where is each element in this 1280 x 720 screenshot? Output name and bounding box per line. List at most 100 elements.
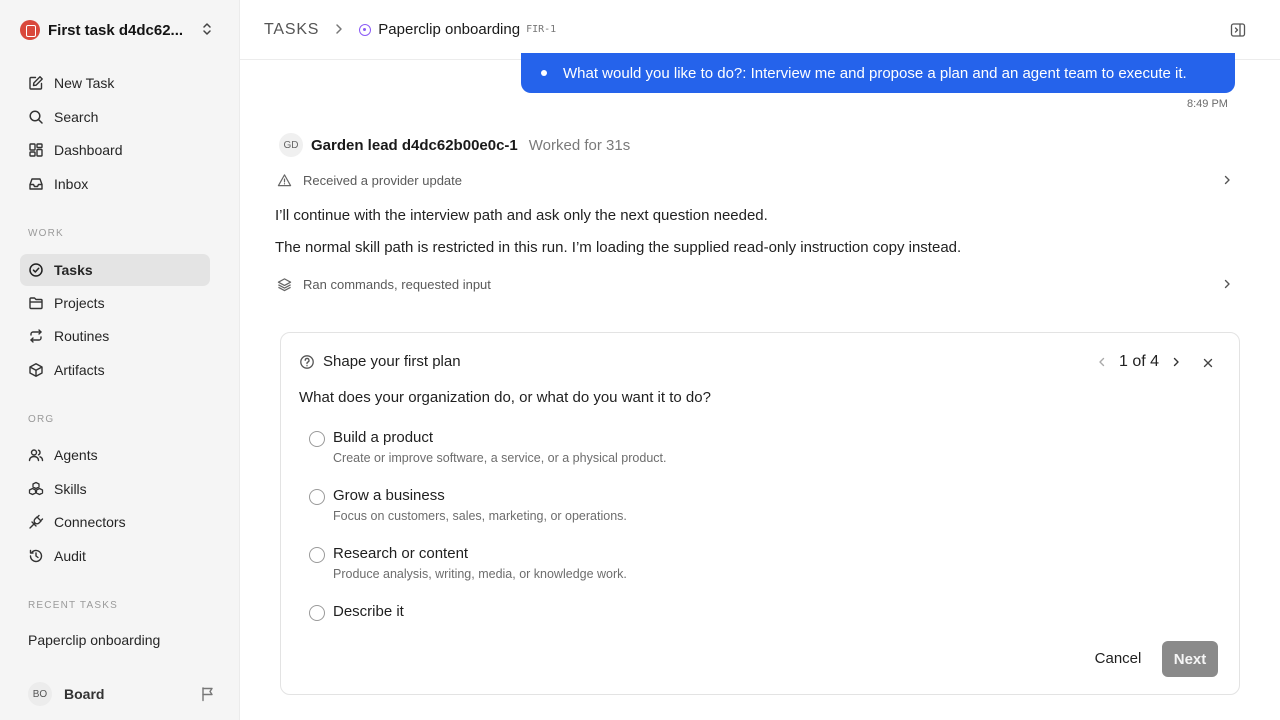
agent-message: The normal skill path is restricted in t… — [275, 239, 962, 256]
user-message-bubble: What would you like to do?: Interview me… — [521, 53, 1235, 93]
chevron-right-icon[interactable] — [1169, 355, 1183, 369]
chevron-right-icon — [1224, 175, 1230, 185]
nav-artifacts[interactable]: Artifacts — [20, 354, 210, 386]
option-description: Produce analysis, writing, media, or kno… — [333, 567, 627, 581]
nav-label: Tasks — [54, 262, 93, 278]
repeat-icon — [30, 329, 42, 343]
history-icon — [29, 549, 43, 563]
nav-label: Projects — [54, 295, 105, 311]
nav-projects[interactable]: Projects — [20, 287, 210, 319]
user-name[interactable]: Board — [64, 686, 104, 702]
section-label-recent: RECENT TASKS — [28, 600, 118, 611]
edit-icon — [29, 76, 43, 90]
option-label: Describe it — [333, 603, 404, 620]
warning-triangle-icon — [277, 173, 292, 186]
nav-label: Dashboard — [54, 142, 123, 158]
nav-agents[interactable]: Agents — [20, 439, 210, 471]
box-icon — [29, 363, 43, 377]
radio-button[interactable] — [309, 489, 325, 505]
provider-update-text: Received a provider update — [303, 172, 462, 188]
chevron-left-icon[interactable] — [1095, 355, 1109, 369]
dashboard-icon — [29, 143, 43, 157]
nav-search[interactable]: Search — [20, 101, 210, 133]
nav-new-task[interactable]: New Task — [20, 67, 210, 99]
nav-routines[interactable]: Routines — [20, 320, 210, 352]
option-research-or-content[interactable]: Research or content Produce analysis, wr… — [309, 545, 627, 581]
search-icon — [29, 110, 43, 124]
chevron-up-down-icon — [202, 22, 212, 39]
top-header: TASKS Paperclip onboarding FIR-1 — [240, 0, 1280, 60]
agent-worked-duration: Worked for 31s — [528, 136, 631, 154]
task-id-badge: FIR-1 — [526, 24, 557, 35]
provider-update-row[interactable]: Received a provider update — [277, 170, 1233, 190]
option-label: Research or content — [333, 545, 469, 562]
workspace-switcher[interactable]: First task d4dc62... — [20, 16, 220, 44]
cancel-button[interactable]: Cancel — [1085, 641, 1151, 675]
commands-summary-row[interactable]: Ran commands, requested input — [277, 274, 1233, 294]
flag-icon[interactable] — [200, 686, 216, 702]
next-button[interactable]: Next — [1162, 641, 1218, 677]
sidebar: First task d4dc62... New Task Search Das… — [0, 0, 240, 720]
question-text: What does your organization do, or what … — [299, 389, 711, 406]
nav-label: Search — [54, 109, 99, 125]
option-describe-it[interactable]: Describe it — [309, 603, 404, 621]
option-label: Grow a business — [333, 487, 445, 504]
nav-label: Agents — [54, 447, 98, 463]
option-build-a-product[interactable]: Build a product Create or improve softwa… — [309, 429, 666, 465]
radio-button[interactable] — [309, 605, 325, 621]
radio-button[interactable] — [309, 547, 325, 563]
option-grow-a-business[interactable]: Grow a business Focus on customers, sale… — [309, 487, 627, 523]
chevron-right-icon — [335, 22, 343, 38]
recent-task-item[interactable]: Paperclip onboarding — [28, 632, 160, 648]
status-icon[interactable] — [359, 23, 372, 36]
card-title: Shape your first plan — [323, 353, 461, 370]
message-timestamp: 8:49 PM — [1187, 98, 1228, 110]
boxes-icon — [28, 481, 44, 496]
nav-label: Skills — [54, 481, 87, 497]
chevron-right-icon — [1224, 279, 1230, 289]
nav-label: Routines — [54, 328, 110, 344]
nav-label: Inbox — [54, 176, 89, 192]
section-label-work: WORK — [28, 228, 64, 239]
folder-icon — [29, 297, 43, 310]
layers-icon — [277, 277, 292, 291]
workspace-logo-icon — [20, 20, 40, 40]
sidebar-footer: BO Board — [28, 682, 216, 706]
question-pager: 1 of 4 — [1095, 353, 1183, 371]
nav-dashboard[interactable]: Dashboard — [20, 134, 210, 166]
breadcrumb-root[interactable]: TASKS — [264, 21, 319, 39]
question-card: Shape your first plan 1 of 4 What does y… — [280, 332, 1240, 695]
nav-connectors[interactable]: Connectors — [20, 506, 210, 538]
help-circle-icon — [300, 354, 314, 369]
plug-icon — [29, 514, 44, 529]
card-header: Shape your first plan — [299, 353, 461, 370]
nav-label: Artifacts — [54, 362, 105, 378]
radio-button[interactable] — [309, 431, 325, 447]
section-label-org: ORG — [28, 414, 55, 425]
bullet-dot — [541, 70, 547, 76]
commands-summary-text: Ran commands, requested input — [303, 276, 491, 292]
nav-inbox[interactable]: Inbox — [20, 168, 210, 200]
nav-audit[interactable]: Audit — [20, 540, 210, 572]
close-icon[interactable] — [1201, 356, 1215, 370]
users-icon — [28, 449, 44, 462]
nav-tasks[interactable]: Tasks — [20, 254, 210, 286]
nav-label: Connectors — [54, 514, 126, 530]
workspace-name: First task d4dc62... — [48, 21, 184, 39]
page-title: Paperclip onboarding — [378, 21, 521, 38]
option-label: Build a product — [333, 429, 434, 446]
nav-label: New Task — [54, 75, 115, 91]
agent-message: I’ll continue with the interview path an… — [275, 207, 768, 224]
user-message-text: What would you like to do?: Interview me… — [563, 64, 1187, 82]
option-description: Focus on customers, sales, marketing, or… — [333, 509, 627, 523]
nav-skills[interactable]: Skills — [20, 473, 210, 505]
check-circle-icon — [29, 263, 43, 277]
agent-name: Garden lead d4dc62b00e0c-1 — [311, 136, 518, 154]
option-description: Create or improve software, a service, o… — [333, 451, 667, 465]
panel-toggle-icon[interactable] — [1230, 22, 1246, 38]
agent-avatar: GD — [279, 133, 303, 157]
avatar[interactable]: BO — [28, 682, 52, 706]
nav-label: Audit — [54, 548, 86, 564]
agent-header: GD Garden lead d4dc62b00e0c-1 Worked for… — [279, 133, 630, 157]
inbox-icon — [29, 178, 43, 190]
